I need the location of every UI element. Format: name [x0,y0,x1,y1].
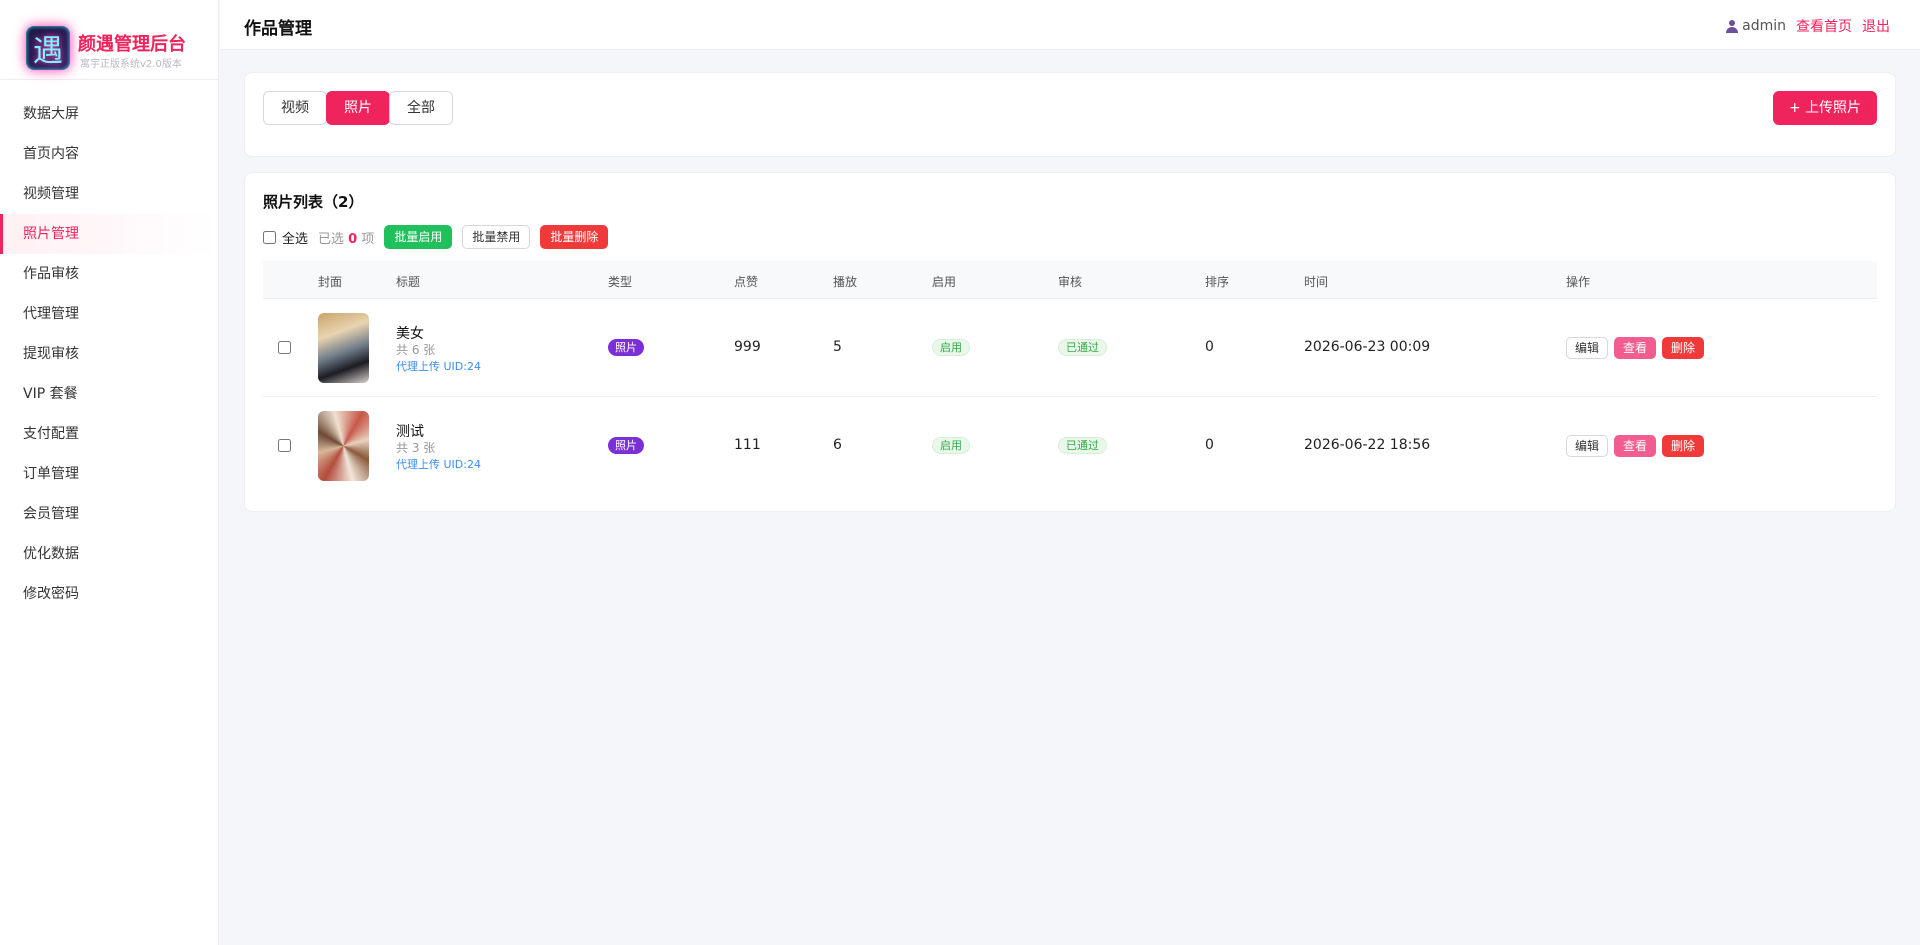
review-status-badge: 已通过 [1058,339,1107,356]
batch-disable-button[interactable]: 批量禁用 [462,225,531,249]
brand-title: 颜遇管理后台 [78,34,186,55]
sidebar-menu: 数据大屏 首页内容 视频管理 照片管理 作品审核 代理管理 提现审核 VIP 套… [0,80,218,614]
row-likes: 999 [734,339,761,355]
delete-button[interactable]: 删除 [1662,337,1705,359]
photo-list-card: 照片列表（2） 全选 已选 0 项 批量启用 批量禁用 批量删除 封面 标题 类… [244,172,1896,512]
column-title: 标题 [396,275,421,289]
sidebar-item-videos[interactable]: 视频管理 [0,174,218,214]
column-actions: 操作 [1566,275,1591,289]
row-sort: 0 [1205,437,1214,453]
batch-delete-button[interactable]: 批量删除 [540,225,609,249]
sidebar-item-vip[interactable]: VIP 套餐 [0,374,218,414]
column-cover: 封面 [318,275,343,289]
column-time: 时间 [1304,275,1329,289]
selected-count: 0 [348,231,358,247]
view-button[interactable]: 查看 [1614,435,1657,457]
enabled-status-badge[interactable]: 启用 [932,339,970,356]
column-plays: 播放 [833,275,858,289]
brand-logo-icon: 遇 [26,26,70,70]
sidebar-item-members[interactable]: 会员管理 [0,494,218,534]
filter-card: 视频 照片 全部 + 上传照片 [244,72,1896,157]
filter-video-button[interactable]: 视频 [263,91,327,125]
sidebar-item-review[interactable]: 作品审核 [0,254,218,294]
edit-button[interactable]: 编辑 [1566,435,1609,457]
row-agent-uploader: 代理上传 UID:24 [396,458,481,471]
enabled-status-badge[interactable]: 启用 [932,437,970,454]
sidebar-item-photos[interactable]: 照片管理 [0,214,218,254]
batch-toolbar: 全选 已选 0 项 批量启用 批量禁用 批量删除 [263,225,618,249]
brand-subtitle: 寓宇正版系统v2.0版本 [80,59,182,70]
row-plays: 6 [833,437,842,453]
row-plays: 5 [833,339,842,355]
sidebar: 遇 颜遇管理后台 寓宇正版系统v2.0版本 数据大屏 首页内容 视频管理 照片管… [0,0,219,945]
table-row: 测试 共 3 张 代理上传 UID:24 照片 111 6 启用 已通过 0 2… [263,397,1877,495]
sidebar-item-home-content[interactable]: 首页内容 [0,134,218,174]
column-type: 类型 [608,275,633,289]
list-title: 照片列表（2） [263,193,364,211]
selected-count-text: 已选 0 项 [318,231,375,247]
row-checkbox[interactable] [278,439,291,452]
sidebar-item-withdrawals[interactable]: 提现审核 [0,334,218,374]
photo-table: 封面 标题 类型 点赞 播放 启用 审核 排序 时间 操作 美女 共 6 张 代… [263,261,1877,495]
page-title: 作品管理 [244,19,312,39]
row-likes: 111 [734,437,761,453]
table-header: 封面 标题 类型 点赞 播放 启用 审核 排序 时间 操作 [263,261,1877,299]
row-photo-count: 共 6 张 [396,343,436,357]
filter-photo-button[interactable]: 照片 [326,91,390,125]
cover-thumbnail[interactable] [318,411,369,481]
type-badge: 照片 [608,437,644,454]
sidebar-item-agents[interactable]: 代理管理 [0,294,218,334]
review-status-badge: 已通过 [1058,437,1107,454]
table-row: 美女 共 6 张 代理上传 UID:24 照片 999 5 启用 已通过 0 2… [263,299,1877,397]
sidebar-item-dashboard[interactable]: 数据大屏 [0,94,218,134]
column-sort: 排序 [1205,275,1230,289]
row-time: 2026-06-22 18:56 [1304,437,1431,453]
column-likes: 点赞 [734,275,759,289]
row-photo-count: 共 3 张 [396,441,436,455]
select-all-checkbox[interactable] [263,230,276,244]
edit-button[interactable]: 编辑 [1566,337,1609,359]
view-button[interactable]: 查看 [1614,337,1657,359]
brand-logo[interactable]: 遇 颜遇管理后台 寓宇正版系统v2.0版本 [0,0,218,80]
column-enabled: 启用 [932,275,957,289]
filter-all-button[interactable]: 全部 [389,91,453,125]
sidebar-item-password[interactable]: 修改密码 [0,574,218,614]
user-info: admin [1726,18,1786,34]
delete-button[interactable]: 删除 [1662,435,1705,457]
select-all-label[interactable]: 全选 [282,228,308,247]
row-title: 美女 [396,326,424,342]
row-title: 测试 [396,424,424,440]
header-actions: admin 查看首页 退出 [1726,16,1890,36]
sidebar-item-payment[interactable]: 支付配置 [0,414,218,454]
logout-link[interactable]: 退出 [1862,16,1890,36]
username: admin [1742,18,1786,34]
row-sort: 0 [1205,339,1214,355]
sidebar-item-orders[interactable]: 订单管理 [0,454,218,494]
batch-enable-button[interactable]: 批量启用 [384,225,453,249]
top-header: 作品管理 admin 查看首页 退出 [220,0,1920,50]
row-time: 2026-06-23 00:09 [1304,339,1431,355]
type-badge: 照片 [608,339,644,356]
user-icon [1726,19,1739,33]
column-review: 审核 [1058,275,1083,289]
row-agent-uploader: 代理上传 UID:24 [396,360,481,373]
upload-photo-button[interactable]: + 上传照片 [1772,91,1877,125]
sidebar-item-optimize[interactable]: 优化数据 [0,534,218,574]
view-home-link[interactable]: 查看首页 [1796,16,1852,36]
row-checkbox[interactable] [278,341,291,354]
cover-thumbnail[interactable] [318,313,369,383]
